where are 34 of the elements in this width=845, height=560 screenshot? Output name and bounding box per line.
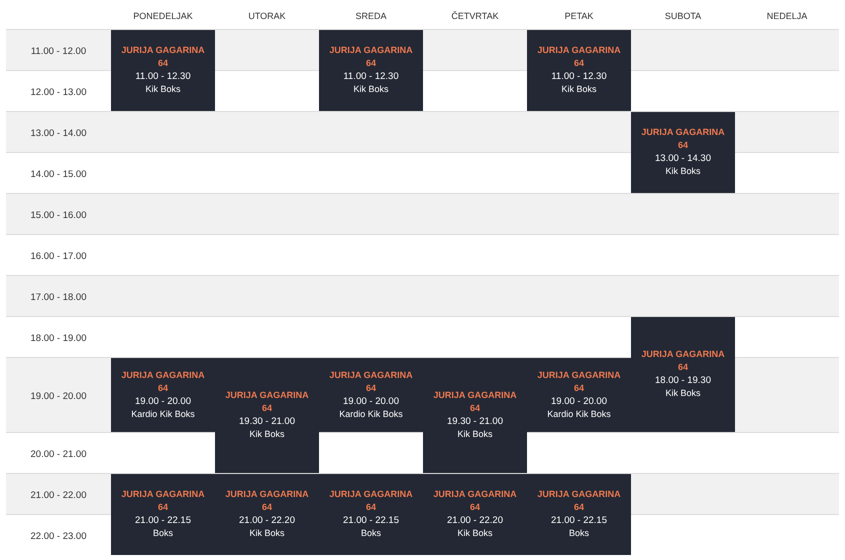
day-header: PONEDELJAK (133, 11, 193, 21)
day-header: UTORAK (248, 11, 286, 21)
day-header: SREDA (355, 11, 386, 21)
class-event-cell[interactable]: JURIJA GAGARINA 64 19.00 - 20.00 Kardio Kik Boks (527, 357, 631, 432)
class-event-cell[interactable]: JURIJA GAGARINA 64 11.00 - 12.30 Kik Boks (111, 29, 215, 111)
time-slot-label: 18.00 - 19.00 (30, 332, 86, 344)
class-event-cell[interactable]: JURIJA GAGARINA 64 19.00 - 20.00 Kardio Kik Boks (319, 357, 423, 432)
class-event-cell[interactable]: JURIJA GAGARINA 64 19.30 - 21.00 Kik Boks (215, 357, 319, 473)
time-slot-label: 11.00 - 12.00 (30, 46, 86, 56)
time-slot-label: 21.00 - 22.00 (30, 490, 86, 500)
time-slot-label: 16.00 - 17.00 (30, 250, 86, 262)
time-slot-label: 14.00 - 15.00 (30, 168, 86, 180)
time-slot-label: 15.00 - 16.00 (30, 210, 86, 220)
class-event-cell[interactable]: JURIJA GAGARINA 64 11.00 - 12.30 Kik Boks (527, 29, 631, 111)
day-header: NEDELJA (766, 11, 808, 21)
class-event-cell[interactable]: JURIJA GAGARINA 64 19.00 - 20.00 Kardio Kik Boks (111, 357, 215, 432)
class-event-cell[interactable]: JURIJA GAGARINA 64 21.00 - 22.15 Boks (111, 473, 215, 555)
class-event-cell[interactable]: JURIJA GAGARINA 64 21.00 - 22.15 Boks (319, 473, 423, 555)
time-slot-label: 17.00 - 18.00 (30, 292, 86, 302)
class-event-cell[interactable]: JURIJA GAGARINA 64 21.00 - 22.15 Boks (527, 473, 631, 555)
class-event-cell[interactable]: JURIJA GAGARINA 64 21.00 - 22.20 Kik Boks (423, 473, 527, 555)
day-header: ČETVRTAK (451, 11, 499, 21)
class-event-cell[interactable]: JURIJA GAGARINA 64 21.00 - 22.20 Kik Boks (215, 473, 319, 555)
day-header: PETAK (564, 11, 594, 21)
time-slot-label: 12.00 - 13.00 (30, 86, 86, 98)
class-event-cell[interactable]: JURIJA GAGARINA 64 11.00 - 12.30 Kik Boks (319, 29, 423, 111)
class-event-cell[interactable]: JURIJA GAGARINA 64 13.00 - 14.30 Kik Boks (631, 111, 735, 193)
class-event-cell[interactable]: JURIJA GAGARINA 64 19.30 - 21.00 Kik Boks (423, 357, 527, 473)
time-slot-label: 19.00 - 20.00 (30, 390, 86, 402)
day-header: SUBOTA (664, 11, 702, 21)
time-slot-label: 20.00 - 21.00 (30, 448, 86, 460)
time-slot-label: 13.00 - 14.00 (30, 128, 86, 138)
time-slot-label: 22.00 - 23.00 (30, 530, 86, 542)
class-event-cell[interactable]: JURIJA GAGARINA 64 18.00 - 19.30 Kik Boks (631, 316, 735, 432)
